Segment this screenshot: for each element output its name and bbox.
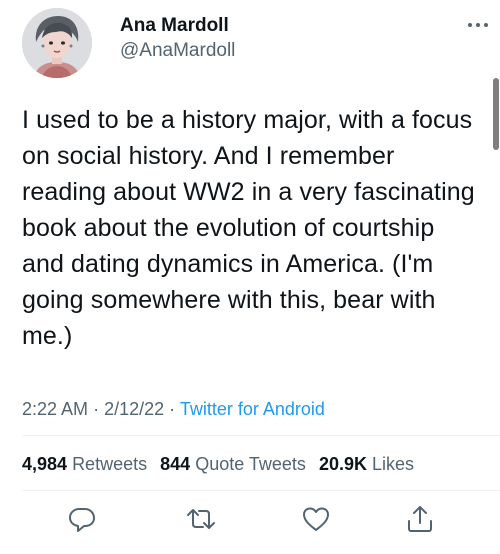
engagement-stats: 4,984 Retweets 844 Quote Tweets 20.9K Li… — [22, 452, 422, 476]
author-names: Ana Mardoll @AnaMardoll — [120, 14, 235, 64]
tweet: Ana Mardoll @AnaMardoll I used to be a h… — [0, 0, 500, 554]
divider — [22, 435, 500, 436]
likes-label: Likes — [372, 454, 415, 474]
tweet-date[interactable]: 2/12/22 — [104, 399, 164, 419]
scrollbar[interactable] — [493, 78, 499, 150]
avatar-illustration — [22, 8, 92, 78]
reply-icon[interactable] — [67, 504, 97, 534]
tweet-header: Ana Mardoll @AnaMardoll — [22, 8, 492, 80]
retweet-icon[interactable] — [186, 504, 216, 534]
retweets-stat[interactable]: 4,984 Retweets — [22, 454, 152, 474]
retweets-count: 4,984 — [22, 454, 68, 474]
author-display-name[interactable]: Ana Mardoll — [120, 14, 235, 38]
tweet-text: I used to be a history major, with a foc… — [22, 106, 475, 350]
author-handle[interactable]: @AnaMardoll — [120, 38, 235, 64]
heart-icon[interactable] — [301, 504, 331, 534]
tweet-meta: 2:22 AM · 2/12/22 · Twitter for Android — [22, 397, 325, 421]
more-dots-icon[interactable] — [464, 16, 492, 34]
quotes-label: Quote Tweets — [195, 454, 306, 474]
tweet-source[interactable]: Twitter for Android — [180, 399, 325, 419]
quotes-count: 844 — [160, 454, 191, 474]
avatar[interactable] — [22, 8, 92, 78]
share-icon[interactable] — [405, 504, 435, 534]
quotes-stat[interactable]: 844 Quote Tweets — [160, 454, 311, 474]
tweet-time[interactable]: 2:22 AM — [22, 399, 88, 419]
action-bar — [0, 504, 500, 540]
meta-separator: · — [169, 399, 176, 419]
meta-separator: · — [93, 399, 100, 419]
retweets-label: Retweets — [72, 454, 148, 474]
likes-count: 20.9K — [318, 454, 367, 474]
likes-stat[interactable]: 20.9K Likes — [319, 454, 414, 474]
divider — [22, 490, 500, 491]
